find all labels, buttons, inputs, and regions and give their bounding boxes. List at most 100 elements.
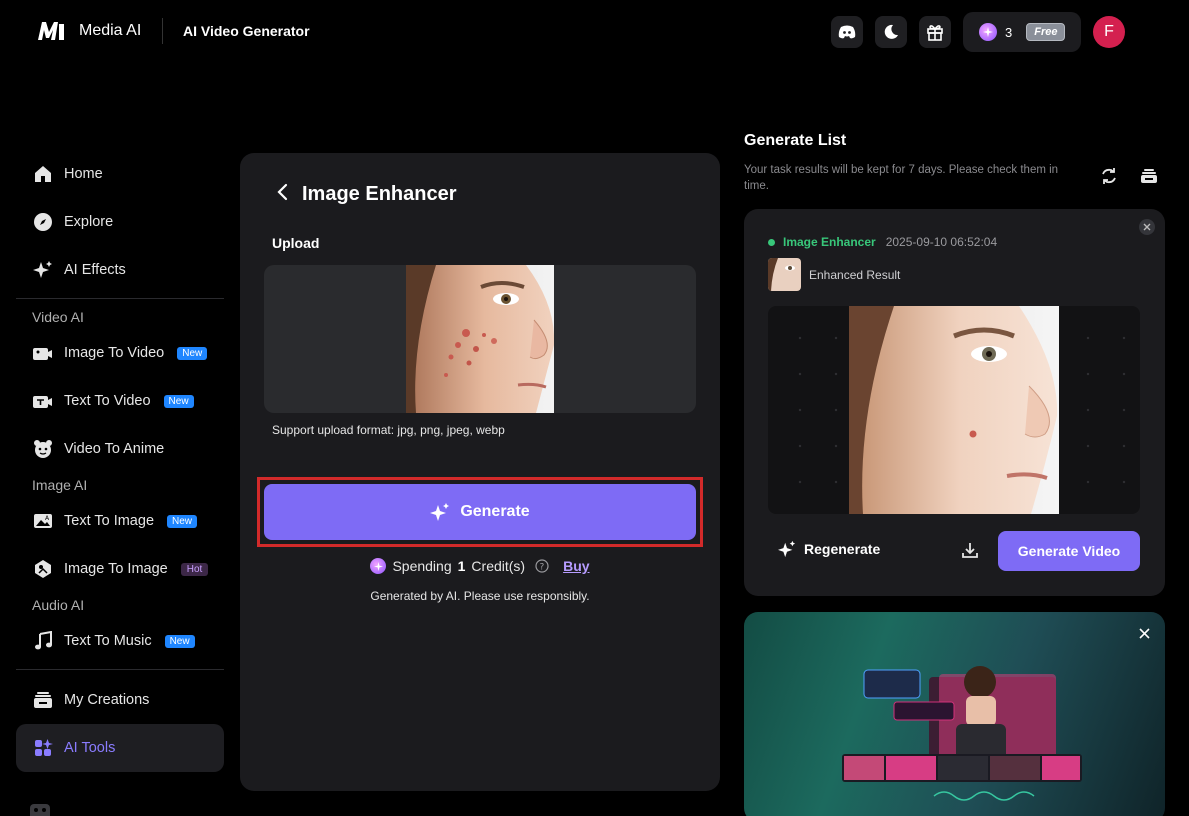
sidebar-divider: [16, 298, 224, 299]
anime-face-icon: [32, 439, 53, 460]
regenerate-label: Regenerate: [804, 541, 881, 557]
image-enhancer-panel: Image Enhancer Upload Support upload for…: [240, 153, 720, 791]
sidebar-item-label: Video To Anime: [64, 441, 165, 457]
sidebar-item-label: Image To Video: [64, 345, 165, 361]
upload-dropzone[interactable]: [264, 265, 696, 413]
back-arrow-icon[interactable]: [276, 183, 288, 206]
home-icon: [32, 164, 53, 185]
sparkle-icon: [32, 260, 53, 281]
help-circle-icon[interactable]: ?: [535, 559, 549, 573]
sidebar-item-label: Text To Music: [64, 633, 152, 649]
sidebar-item-label: Image To Image: [64, 561, 168, 577]
bot-icon[interactable]: [26, 800, 54, 816]
sidebar-item-ai-tools[interactable]: AI Tools: [16, 724, 224, 772]
sparkle-icon: [430, 503, 450, 521]
enhanced-face-image: [849, 306, 1059, 514]
sidebar-item-ai-effects[interactable]: AI Effects: [16, 246, 224, 294]
sidebar-item-text-to-video[interactable]: Text To Video New: [16, 377, 224, 425]
uploaded-face-image: [406, 265, 554, 413]
moon-icon: [884, 24, 898, 39]
tools-grid-icon: [32, 738, 53, 759]
new-badge: New: [164, 634, 195, 648]
sidebar-item-label: Explore: [64, 214, 114, 230]
discord-button[interactable]: [831, 16, 863, 48]
spending-suffix: Credit(s): [471, 558, 526, 574]
sidebar-divider: [16, 669, 224, 670]
spending-prefix: Spending: [392, 558, 452, 574]
generate-button[interactable]: Generate: [264, 484, 696, 540]
sidebar-item-label: Text To Video: [64, 393, 151, 409]
stack-icon: [32, 690, 53, 711]
credit-count: 3: [1005, 24, 1013, 40]
panel-title: Image Enhancer: [302, 183, 457, 205]
new-badge: New: [167, 514, 198, 528]
result-preview[interactable]: [768, 306, 1140, 514]
sidebar-item-image-to-image[interactable]: Image To Image Hot: [16, 545, 224, 593]
sidebar-item-text-to-music[interactable]: Text To Music New: [16, 617, 224, 665]
spending-amount: 1: [457, 558, 466, 574]
new-badge: New: [163, 394, 194, 408]
image-video-icon: [32, 343, 53, 364]
refresh-icon[interactable]: [1099, 166, 1119, 186]
brand-divider: [162, 18, 163, 44]
credit-icon: [979, 23, 997, 41]
spending-row: Spending 1 Credit(s) ? Buy: [240, 558, 720, 574]
theme-toggle-button[interactable]: [875, 16, 907, 48]
generate-list-title: Generate List: [744, 132, 847, 149]
task-status-row: Image Enhancer 2025-09-10 06:52:04: [768, 235, 997, 249]
upload-label: Upload: [272, 235, 320, 251]
buy-link[interactable]: Buy: [563, 558, 589, 574]
promo-illustration: [842, 666, 1082, 801]
compass-icon: [32, 212, 53, 233]
promo-banner[interactable]: [744, 612, 1165, 816]
plan-badge: Free: [1026, 23, 1066, 41]
download-icon[interactable]: [960, 540, 980, 560]
section-label-audio: Audio AI: [32, 597, 85, 613]
credits-pill[interactable]: 3 Free: [963, 12, 1081, 52]
status-dot: [768, 238, 775, 246]
top-bar: Media AI AI Video Generator 3 Free F: [0, 0, 1189, 64]
panel-header: Image Enhancer: [276, 183, 457, 206]
page-name: AI Video Generator: [183, 23, 310, 39]
sidebar-item-label: AI Effects: [64, 262, 126, 278]
music-note-icon: [32, 631, 53, 652]
task-timestamp: 2025-09-10 06:52:04: [885, 235, 998, 249]
user-avatar[interactable]: F: [1093, 16, 1125, 48]
media-ai-logo[interactable]: [34, 16, 68, 46]
sidebar-item-label: Text To Image: [64, 513, 155, 529]
sidebar-item-label: Home: [64, 166, 103, 182]
close-icon[interactable]: [1139, 219, 1155, 235]
section-label-video: Video AI: [32, 309, 84, 325]
sidebar-item-label: My Creations: [64, 692, 150, 708]
generate-video-button[interactable]: Generate Video: [998, 531, 1140, 571]
sidebar-item-text-to-image[interactable]: A Text To Image New: [16, 497, 224, 545]
sidebar-item-explore[interactable]: Explore: [16, 198, 224, 246]
sidebar: Home Explore AI Effects Video AI Image T…: [16, 150, 224, 816]
result-label: Enhanced Result: [809, 267, 901, 282]
image-swap-icon: [32, 559, 53, 580]
clear-all-icon[interactable]: [1139, 166, 1159, 186]
sidebar-item-my-creations[interactable]: My Creations: [16, 676, 224, 724]
brand-name: Media AI: [79, 22, 142, 39]
text-video-icon: [32, 391, 53, 412]
section-label-image: Image AI: [32, 477, 88, 493]
credit-icon: [370, 558, 387, 574]
sparkle-icon: [778, 540, 796, 558]
hot-badge: Hot: [180, 562, 209, 576]
gift-icon: [927, 25, 943, 41]
discord-icon: [838, 25, 856, 39]
result-row: Enhanced Result: [768, 258, 900, 291]
generate-list-subtitle: Your task results will be kept for 7 day…: [744, 164, 1059, 192]
sidebar-item-home[interactable]: Home: [16, 150, 224, 198]
task-name: Image Enhancer: [783, 235, 876, 249]
format-note: Support upload format: jpg, png, jpeg, w…: [272, 423, 505, 437]
ai-disclaimer: Generated by AI. Please use responsibly.: [370, 589, 590, 603]
sidebar-item-label: AI Tools: [64, 740, 116, 756]
result-thumbnail[interactable]: [768, 258, 801, 291]
sidebar-item-video-to-anime[interactable]: Video To Anime: [16, 425, 224, 473]
regenerate-button[interactable]: Regenerate: [778, 540, 880, 558]
svg-text:?: ?: [540, 563, 545, 573]
sidebar-item-image-to-video[interactable]: Image To Video New: [16, 329, 224, 377]
gift-button[interactable]: [919, 16, 951, 48]
task-result-card: Image Enhancer 2025-09-10 06:52:04 Enhan…: [744, 209, 1165, 596]
